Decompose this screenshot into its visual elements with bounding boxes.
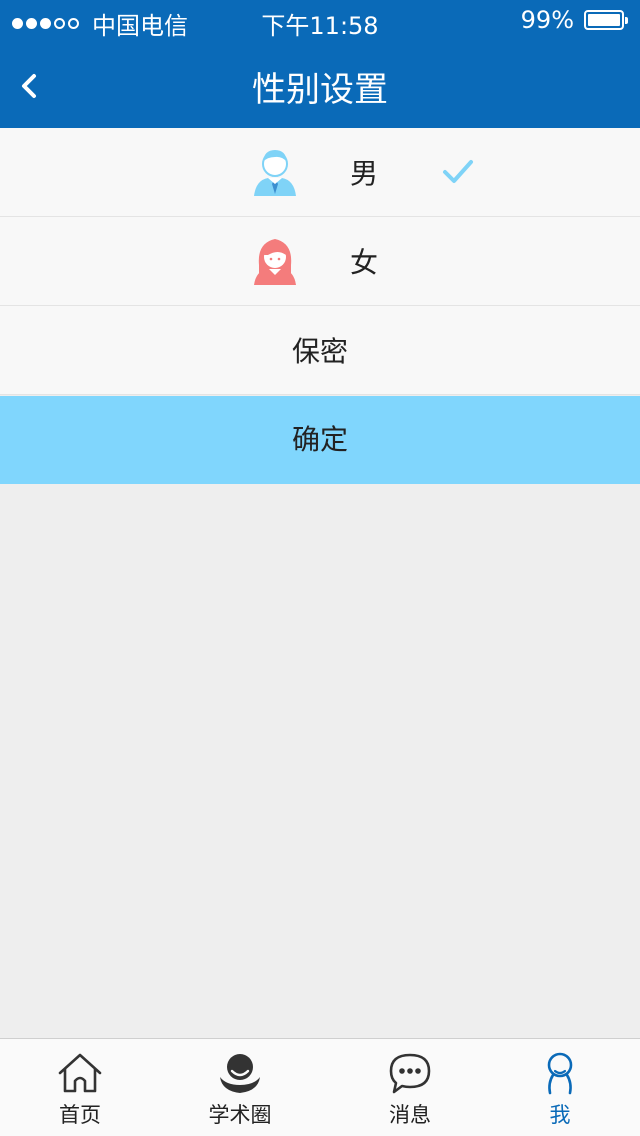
battery-percent: 99%	[520, 6, 574, 34]
page-title: 性别设置	[252, 70, 388, 110]
tab-home[interactable]: 首页	[0, 1039, 160, 1136]
tab-bar: 首页 学术圈 消息 我	[0, 1038, 640, 1136]
gender-options-list: 男 女 保密	[0, 128, 640, 395]
option-label: 男	[350, 157, 379, 190]
female-avatar-icon	[254, 239, 296, 285]
tab-messages[interactable]: 消息	[330, 1039, 490, 1136]
academic-circle-icon	[220, 1054, 260, 1093]
tab-academic-circle[interactable]: 学术圈	[160, 1039, 320, 1136]
option-label: 女	[350, 246, 379, 279]
option-private[interactable]: 保密	[0, 306, 640, 395]
option-male[interactable]: 男	[0, 128, 640, 217]
profile-icon	[547, 1052, 573, 1095]
status-right: 99%	[520, 6, 628, 34]
tab-label: 首页	[59, 1103, 101, 1127]
male-avatar-icon	[254, 150, 296, 196]
message-icon	[389, 1053, 431, 1094]
confirm-button[interactable]: 确定	[0, 396, 640, 484]
nav-bar: 性别设置	[0, 40, 640, 128]
option-label: 保密	[291, 335, 348, 368]
status-bar: 中国电信 下午11:58 99%	[0, 0, 640, 40]
option-female[interactable]: 女	[0, 217, 640, 306]
check-icon	[443, 160, 473, 183]
battery-icon	[584, 10, 628, 30]
tab-label: 我	[549, 1103, 571, 1127]
tab-me[interactable]: 我	[480, 1039, 640, 1136]
tab-label: 学术圈	[208, 1103, 272, 1127]
home-icon	[58, 1053, 102, 1093]
tab-label: 消息	[389, 1103, 431, 1127]
